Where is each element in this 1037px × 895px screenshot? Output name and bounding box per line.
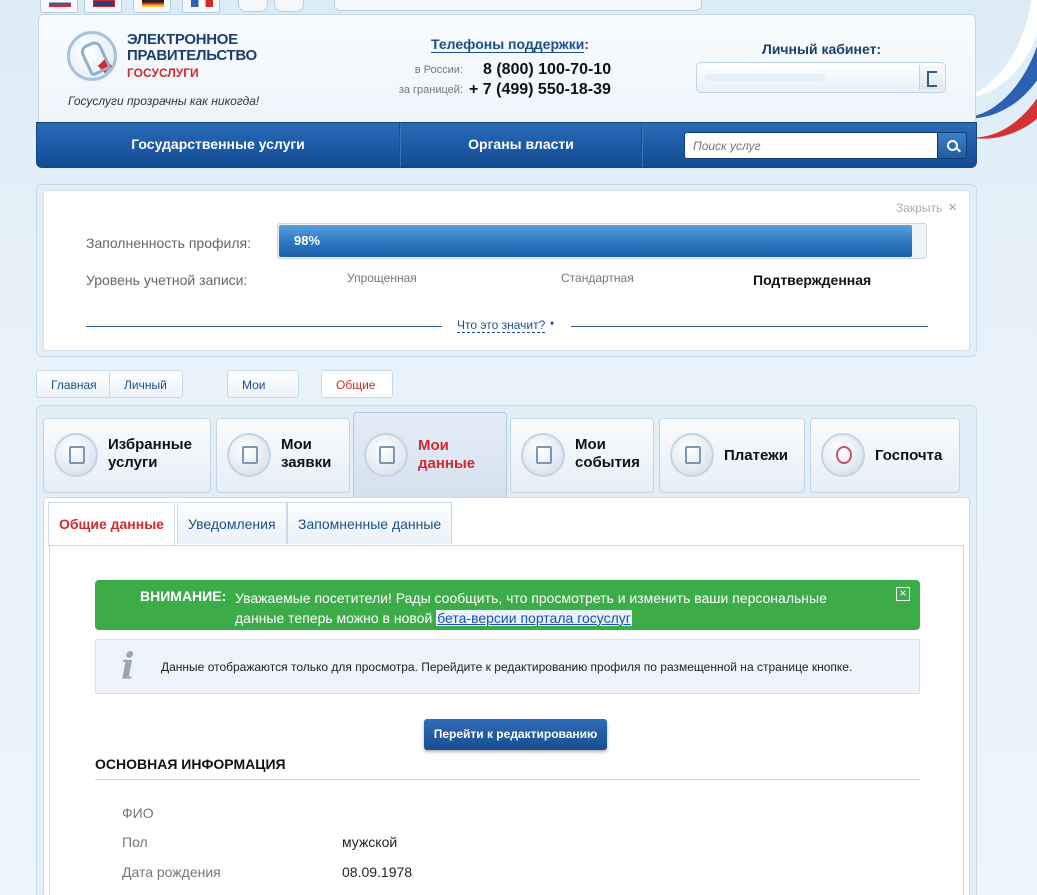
field-label-gender: Пол [122,834,148,850]
site-header: ЭЛЕКТРОННОЕ ПРАВИТЕЛЬСТВО ГОСУСЛУГИ Госу… [38,14,976,122]
calendar-icon [521,433,565,477]
lang-en-flag-icon[interactable] [84,0,122,13]
fill-percent-text: 98% [294,233,321,248]
alert-text: Уважаемые посетители! Рады сообщить, что… [235,588,875,628]
user-name-placeholder [705,74,825,81]
tile-line2: услуги [108,454,158,471]
breadcrumb-general-data: Общие данные [321,370,394,420]
tile-my-data[interactable]: Мои данные [353,412,507,498]
search-box [684,132,967,159]
slogan: Госуслуги прозрачны как никогда! [68,94,260,108]
cabinet-content: Избранные услуги Мои заявки Мои данные Мои с… [36,405,977,895]
fill-label: Заполненность профиля: [86,235,251,251]
data-panel: Общие данные Уведомления Запомненные дан… [43,497,970,895]
fill-progress-bar: 98% [277,223,927,259]
top-strip [0,0,1037,14]
what-does-it-mean-link[interactable]: Что это значит? [457,318,546,333]
logo-title[interactable]: ЭЛЕКТРОННОЕ ПРАВИТЕЛЬСТВО [127,32,257,64]
profile-panel: Закрыть × Заполненность профиля: 98% Уров… [36,184,977,357]
abroad-label: за границей: [398,84,463,96]
logo-dot [97,58,113,74]
alert-title: ВНИМАНИЕ: [140,588,227,604]
breadcrumb-my-data[interactable]: Мои данные [227,370,300,420]
chevron-down-icon: ▾ [550,319,555,328]
divider-line [571,326,928,327]
attention-alert: ВНИМАНИЕ: Уважаемые посетители! Рады соо… [95,580,920,630]
breadcrumb-home[interactable]: Главная [36,370,112,398]
tab-saved-data[interactable]: Запомненные данные [287,502,453,544]
level-simplified: Упрощенная [347,271,417,285]
tile-label: Мои данные [418,437,518,473]
support-title-link[interactable]: Телефоны поддержки [431,36,585,53]
close-icon: × [948,199,957,216]
field-label-fio: ФИО [122,805,154,821]
location-bar[interactable] [334,0,702,11]
tile-payments[interactable]: Платежи [659,418,805,493]
profile-panel-inner: Закрыть × Заполненность профиля: 98% Уров… [43,190,970,351]
payment-card-icon [670,433,714,477]
tile-my-events[interactable]: Мои события [510,418,654,493]
logo-sub: ГОСУСЛУГИ [127,66,199,80]
russia-phone: 8 (800) 100-70-10 [483,61,612,78]
divider-line [86,326,442,327]
cabinet-title: Личный кабинет: [762,41,882,57]
edit-profile-button[interactable]: Перейти к редактированию [424,719,607,750]
tile-label: Госпочта [875,447,943,464]
section-title: ОСНОВНАЯ ИНФОРМАЦИЯ [95,756,286,772]
accessibility-icon[interactable] [238,0,268,12]
section-divider [95,779,920,780]
nav-separator [641,123,643,167]
nav-authorities[interactable]: Органы власти [401,123,641,167]
tab-body: ВНИМАНИЕ: Уважаемые посетители! Рады соо… [49,545,964,895]
close-icon[interactable]: × [896,587,910,601]
tile-my-requests[interactable]: Мои заявки [216,418,350,493]
info-icon: i [121,646,135,688]
tab-notifications[interactable]: Уведомления [177,502,287,544]
lang-fr-flag-icon[interactable] [182,0,220,13]
gosuslugi-logo-icon[interactable] [67,31,117,81]
support-title-colon: : [584,36,590,52]
nav-gov-services[interactable]: Государственные услуги [37,123,399,167]
lang-ru-flag-icon[interactable] [40,0,78,13]
exit-icon[interactable] [919,65,943,90]
tab-general-data[interactable]: Общие данные [48,502,175,546]
tile-label: Избранные услуги [108,436,208,472]
tile-favorites[interactable]: Избранные услуги [43,418,211,493]
tile-line2: данные [418,455,476,472]
checklist-icon [227,433,271,477]
close-profile-button[interactable]: Закрыть × [896,199,957,216]
close-label: Закрыть [896,201,943,215]
tile-line1: Избранные [108,436,192,453]
field-label-birthdate: Дата рождения [122,864,221,880]
search-input[interactable] [685,133,925,158]
russia-label: в России: [414,64,463,76]
beta-portal-link[interactable]: бета-версии портала госуслуг [436,610,632,626]
help-icon[interactable] [274,0,304,12]
logo-line2: ПРАВИТЕЛЬСТВО [127,47,257,64]
info-notice: i Данные отображаются только для просмот… [95,639,920,694]
support-title[interactable]: Телефоны поддержки: [431,36,590,53]
favorites-icon [54,433,98,477]
field-value-gender: мужской [342,834,398,850]
breadcrumb-cabinet[interactable]: Личный кабинет [109,370,184,420]
main-nav: Государственные услуги Органы власти [36,122,977,168]
field-value-birthdate: 08.09.1978 [342,864,413,880]
folder-icon [364,433,408,477]
tile-gospochta[interactable]: Госпочта [810,418,960,493]
at-mail-icon [821,433,865,477]
tile-label: Платежи [724,447,788,464]
level-label: Уровень учетной записи: [86,272,248,288]
logo-line1: ЭЛЕКТРОННОЕ [127,31,238,48]
tile-line1: Мои [418,437,449,454]
abroad-phone: + 7 (499) 550-18-39 [469,81,611,98]
fill-progress-value: 98% [279,225,912,257]
lang-de-flag-icon[interactable] [133,0,171,13]
level-confirmed: Подтвержденная [753,272,872,288]
cabinet-user-box[interactable] [696,62,946,93]
level-standard: Стандартная [561,271,634,285]
info-text: Данные отображаются только для просмотра… [161,660,853,674]
search-icon[interactable] [937,132,967,159]
